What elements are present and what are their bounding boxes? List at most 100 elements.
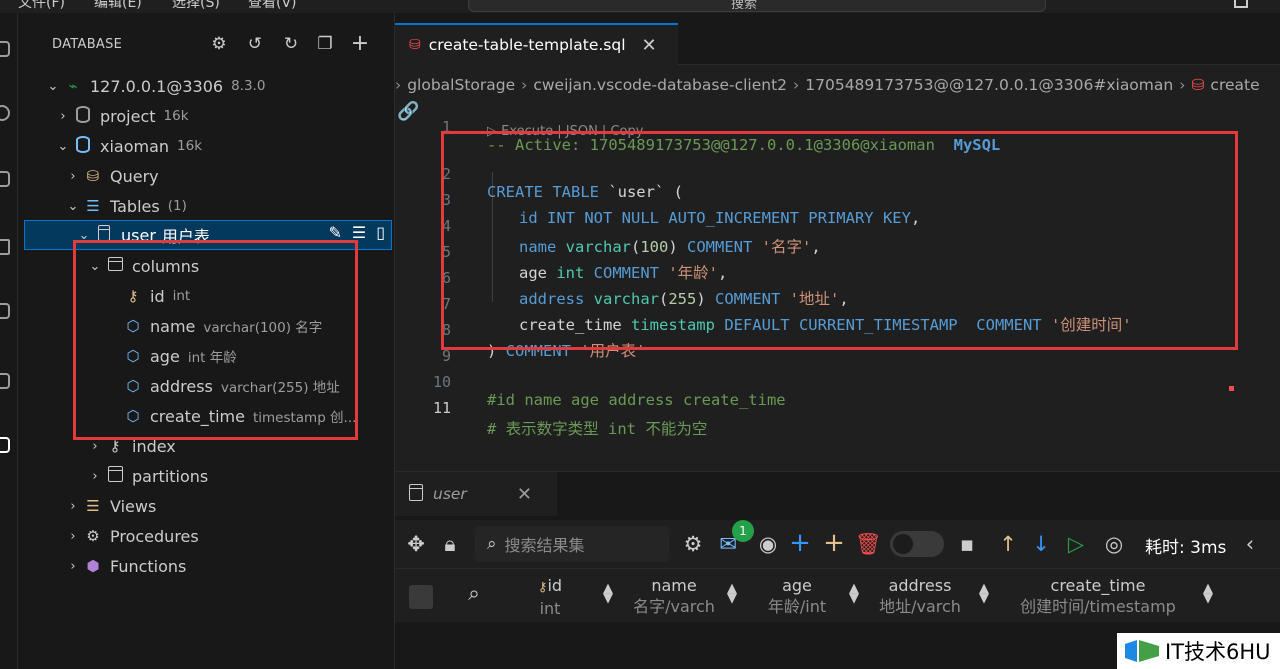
- collapse-all-icon[interactable]: ❐: [314, 33, 336, 55]
- tree-column-address[interactable]: ⬡ address varchar(255) 地址: [122, 371, 340, 401]
- breadcrumb-item[interactable]: cweijan.vscode-database-client2: [533, 76, 787, 94]
- add-connection-icon[interactable]: +: [349, 33, 371, 55]
- sort-icon[interactable]: ▲ ▼: [979, 582, 989, 605]
- command-center-search[interactable]: 搜索: [468, 0, 1046, 12]
- code-line[interactable]: 5 age int COMMENT '年龄',: [395, 225, 1280, 282]
- column-header-name[interactable]: name 名字/varch: [621, 576, 727, 618]
- insert-icon[interactable]: +: [821, 528, 847, 558]
- procedures-icon: ⚙: [86, 527, 100, 545]
- github-icon[interactable]: ◉: [755, 532, 781, 556]
- list-icon[interactable]: ☰: [352, 223, 366, 242]
- code-line[interactable]: 9: [395, 329, 1280, 365]
- close-icon[interactable]: ✕: [517, 484, 532, 505]
- source-control-icon[interactable]: [0, 171, 10, 187]
- tree-tables[interactable]: ⌄ ☰ Tables (1): [64, 191, 187, 221]
- table-icon: [409, 483, 423, 505]
- tab-create-table-template[interactable]: ⛁ create-table-template.sql ✕: [395, 23, 678, 65]
- chevron-left-icon[interactable]: ‹: [1237, 532, 1263, 556]
- tree-query[interactable]: › ⛁ Query: [64, 161, 159, 191]
- search-icon: ⌕: [487, 534, 497, 554]
- arrow-down-icon[interactable]: ↓: [1028, 532, 1054, 556]
- history-icon[interactable]: ↺: [244, 33, 266, 55]
- tree-db-xiaoman[interactable]: ⌄ xiaoman 16k: [54, 131, 202, 161]
- tree-column-age[interactable]: ⬡ age int 年龄: [122, 341, 236, 371]
- key-icon: ⚷: [109, 437, 121, 455]
- refresh-icon[interactable]: ↻: [280, 33, 302, 55]
- query-label: Query: [110, 166, 159, 186]
- select-all-checkbox[interactable]: [409, 585, 433, 609]
- tree-views[interactable]: › ☰ Views: [64, 491, 156, 521]
- code-line[interactable]: 3 id INT NOT NULL AUTO_INCREMENT PRIMARY…: [395, 173, 1280, 227]
- explorer-icon[interactable]: [0, 41, 10, 57]
- menu-select[interactable]: 选择(S): [172, 0, 220, 12]
- gear-icon[interactable]: ⚙: [680, 532, 706, 556]
- tree-partitions[interactable]: › partitions: [86, 461, 208, 491]
- watermark-logo: [1125, 640, 1159, 662]
- chevron-right-icon: ›: [395, 76, 402, 94]
- sort-icon[interactable]: ▲ ▼: [603, 582, 613, 605]
- menu-file[interactable]: 文件(F): [18, 0, 65, 12]
- code-line[interactable]: 8 ) COMMENT '用户表': [395, 303, 1280, 360]
- connection-icon: ⌁: [68, 77, 78, 95]
- table-icon: [93, 225, 115, 245]
- result-search-input[interactable]: ⌕ 搜索结果集: [475, 526, 669, 562]
- tree-column-id[interactable]: ⚷ id int: [122, 281, 191, 311]
- extensions-icon[interactable]: [0, 303, 10, 319]
- file-icon[interactable]: ▯: [376, 223, 385, 242]
- sort-icon[interactable]: ▲ ▼: [849, 582, 859, 605]
- edit-icon[interactable]: ✎: [328, 223, 341, 242]
- column-name: age: [150, 346, 180, 366]
- add-row-icon[interactable]: +: [787, 528, 813, 558]
- code-line[interactable]: 4 name varchar(100) COMMENT '名字',: [395, 199, 1280, 256]
- tree-functions[interactable]: › ⬢ Functions: [64, 551, 186, 581]
- views-label: Views: [110, 496, 157, 516]
- column-header-age[interactable]: age 年龄/int: [755, 576, 839, 618]
- code-line[interactable]: 10 #id name age address create_time: [395, 355, 1280, 409]
- tree-index[interactable]: › ⚷ index: [86, 431, 175, 461]
- table-label: user: [121, 225, 156, 245]
- tree-columns[interactable]: ⌄ columns: [86, 251, 200, 281]
- tree-connection[interactable]: ⌄ ⌁ 127.0.0.1@3306 8.3.0: [44, 71, 266, 101]
- activity-bar: [0, 13, 18, 669]
- remote-icon[interactable]: [0, 373, 10, 389]
- column-type: varchar(255) 地址: [220, 380, 340, 396]
- tree-table-user[interactable]: ⌄ user 用户表 ✎ ☰ ▯: [24, 220, 392, 250]
- column-header-create-time[interactable]: create_time 创建时间/timestamp: [1003, 576, 1193, 618]
- breadcrumb-item[interactable]: 1705489173753@@127.0.0.1@3306#xiaoman: [805, 76, 1173, 94]
- tab-user-result[interactable]: user ✕: [395, 472, 557, 516]
- tree-db-project[interactable]: › project 16k: [54, 101, 189, 131]
- comment-icon[interactable]: ▪: [954, 532, 980, 556]
- column-header-address[interactable]: address 地址/varch: [867, 576, 973, 618]
- delete-icon[interactable]: 🗑︎: [855, 532, 882, 557]
- column-header-id[interactable]: ⚷id int: [523, 576, 577, 620]
- code-line[interactable]: 2 CREATE TABLE `user` (: [395, 147, 1280, 201]
- columns-icon: [104, 257, 126, 275]
- run-debug-icon[interactable]: [0, 239, 10, 255]
- eye-icon[interactable]: ◎: [1101, 532, 1127, 556]
- code-line[interactable]: 6 address varchar(255) COMMENT '地址',: [395, 251, 1280, 308]
- gear-icon[interactable]: ⚙: [208, 33, 230, 55]
- search-icon[interactable]: [0, 105, 10, 121]
- tree-procedures[interactable]: › ⚙ Procedures: [64, 521, 198, 551]
- breadcrumb-item[interactable]: globalStorage: [407, 76, 515, 94]
- window-layout-icon[interactable]: [1234, 0, 1248, 8]
- lock-icon[interactable]: 🔒︎: [437, 532, 463, 557]
- sort-icon[interactable]: ▲ ▼: [1203, 582, 1213, 605]
- tree-column-name[interactable]: ⬡ name varchar(100) 名字: [122, 311, 322, 341]
- table-row-actions: ✎ ☰ ▯: [328, 223, 385, 242]
- menu-view[interactable]: 查看(V): [248, 0, 297, 12]
- toggle-switch[interactable]: [890, 531, 944, 557]
- code-line[interactable]: 1 -- Active: 1705489173753@@127.0.0.1@33…: [395, 100, 1280, 154]
- close-icon[interactable]: ✕: [642, 35, 657, 56]
- arrow-up-icon[interactable]: ↑: [995, 532, 1021, 556]
- code-line[interactable]: 7 create_time timestamp DEFAULT CURRENT_…: [395, 277, 1280, 334]
- database-icon[interactable]: [0, 437, 10, 453]
- tree-column-create-time[interactable]: ⬡ create_time timestamp 创...: [122, 401, 356, 431]
- run-icon[interactable]: ▷: [1063, 532, 1089, 556]
- breadcrumb-item[interactable]: create: [1210, 76, 1259, 94]
- code-line[interactable]: 11 # 表示数字类型 int 不能为空: [395, 381, 1280, 438]
- search-icon[interactable]: ⌕: [461, 581, 487, 606]
- menu-edit[interactable]: 编辑(E): [94, 0, 142, 12]
- sort-icon[interactable]: ▲ ▼: [727, 582, 737, 605]
- move-icon[interactable]: ✥: [403, 532, 429, 556]
